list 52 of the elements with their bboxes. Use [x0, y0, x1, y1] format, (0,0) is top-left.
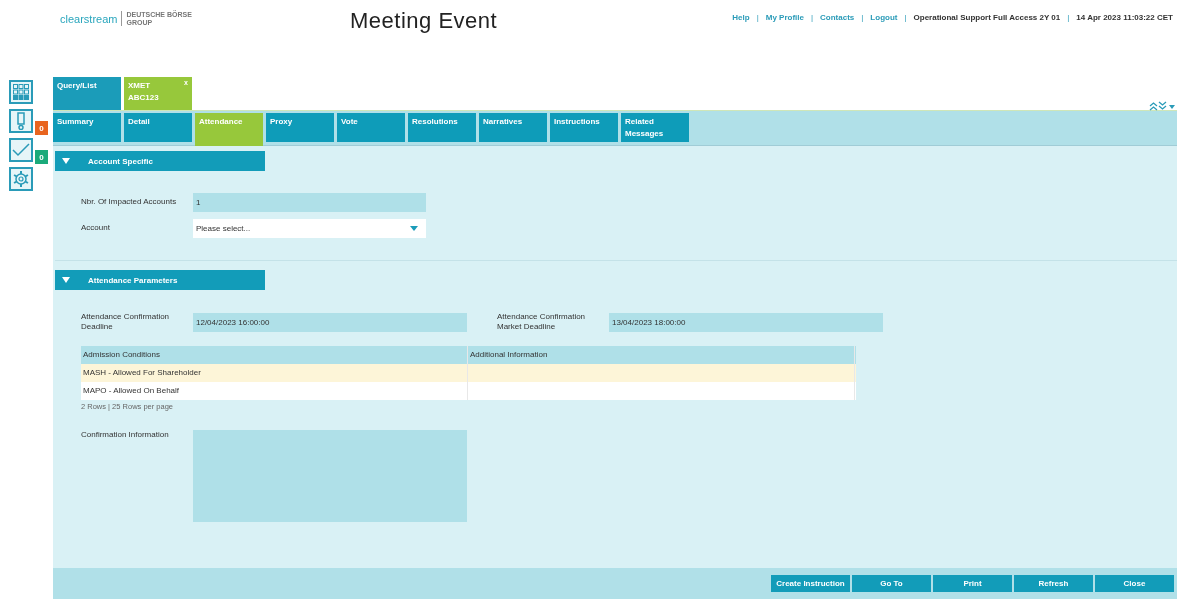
user-role: Operational Support Full Access 2Y 01 — [913, 13, 1061, 22]
separator: | — [756, 13, 759, 22]
table-cell: MAPO - Allowed On Behalf — [83, 386, 180, 396]
action-button[interactable]: Close — [1095, 575, 1174, 592]
collapse-expand-icon[interactable] — [1149, 101, 1175, 111]
gear-icon — [12, 170, 30, 188]
impacted-accounts-field: 1 — [193, 193, 426, 212]
exclamation-icon — [16, 112, 26, 130]
separator: | — [810, 13, 814, 22]
field-label: Attendance Confirmation Deadline — [81, 312, 171, 333]
section-tab[interactable]: Detail — [124, 113, 192, 142]
section-tab[interactable]: Narratives — [479, 113, 547, 142]
sidebar-button[interactable] — [9, 80, 33, 104]
check-icon — [12, 143, 30, 157]
column-header: Admission Conditions — [81, 345, 468, 364]
action-button[interactable]: Refresh — [1014, 575, 1093, 592]
page-title: Meeting Event — [350, 8, 499, 34]
field-label: Account — [81, 223, 111, 234]
header-link[interactable]: Logout — [870, 13, 898, 22]
section-header[interactable]: Account Specific — [55, 151, 265, 171]
separator: | — [1067, 13, 1070, 22]
section-tab[interactable]: Instructions — [550, 113, 618, 142]
date-time: 14 Apr 2023 11:03:22 CET — [1076, 13, 1173, 22]
table-cell: MASH - Allowed For Shareholder — [83, 368, 201, 378]
section-header[interactable]: Attendance Parameters — [55, 270, 265, 290]
grid-icon — [13, 84, 29, 100]
section-tab[interactable]: Summary — [53, 113, 121, 142]
header-link[interactable]: Contacts — [820, 13, 855, 22]
field-label: Nbr. Of Impacted Accounts — [81, 197, 178, 208]
section-tab[interactable]: Attendance — [195, 113, 263, 146]
sidebar-button[interactable] — [9, 167, 33, 191]
section-tab[interactable]: Vote — [337, 113, 405, 142]
market-deadline-field: 13/04/2023 18:00:00 — [609, 312, 883, 332]
section-tab[interactable]: Proxy — [266, 113, 334, 142]
header-link[interactable]: My Profile — [765, 13, 804, 22]
section-tab[interactable]: Related Messages — [621, 113, 689, 142]
count-badge: 0 — [35, 150, 48, 164]
field-label: Confirmation Information — [81, 429, 170, 441]
header-link[interactable]: Help — [732, 13, 750, 22]
brand-logo: clearstream — [60, 12, 118, 25]
account-dropdown[interactable]: Please select... — [193, 219, 426, 238]
field-label: Attendance Confirmation Market Deadline — [497, 312, 587, 333]
deadline-field: 12/04/2023 16:00:00 — [193, 312, 467, 332]
section-tab[interactable]: Resolutions — [408, 113, 476, 142]
document-tab[interactable]: Query/List — [53, 77, 121, 110]
count-badge: 0 — [35, 121, 48, 135]
separator: | — [904, 13, 907, 22]
action-button[interactable]: Print — [933, 575, 1012, 592]
column-header: Additional Information — [468, 345, 855, 364]
action-button[interactable]: Create Instruction — [771, 575, 850, 592]
action-button[interactable]: Go To — [852, 575, 931, 592]
separator: | — [861, 13, 864, 22]
